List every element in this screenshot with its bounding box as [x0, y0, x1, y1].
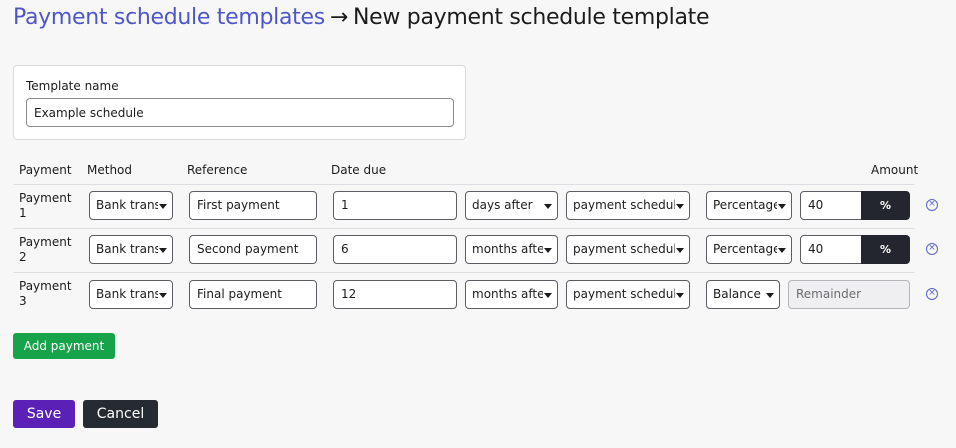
row-divider: [13, 228, 915, 229]
template-name-input[interactable]: [26, 98, 454, 127]
remainder-input: Remainder: [788, 280, 910, 309]
offset-input[interactable]: 1: [333, 191, 457, 220]
unit-select[interactable]: days after: [465, 191, 558, 220]
breadcrumb-separator: →: [329, 5, 349, 30]
reference-input[interactable]: Second payment: [189, 235, 317, 264]
amount-input[interactable]: 40: [800, 191, 862, 220]
amount-input[interactable]: 40: [800, 235, 862, 264]
amount-type-select[interactable]: Balance: [706, 280, 780, 309]
column-header-payment: Payment: [19, 163, 72, 177]
anchor-select[interactable]: payment schedule created: [566, 235, 690, 264]
save-button[interactable]: Save: [13, 400, 75, 428]
page-heading: Payment schedule templates → New payment s…: [13, 5, 709, 30]
column-header-amount: Amount: [871, 163, 919, 177]
amount-type-select[interactable]: Percentage: [706, 191, 792, 220]
circle-x-icon[interactable]: ×: [926, 288, 938, 300]
template-name-card: Template name: [13, 65, 466, 140]
circle-x-icon[interactable]: ×: [926, 199, 938, 211]
page-title: New payment schedule template: [353, 5, 710, 30]
method-select[interactable]: Bank transfer: [89, 191, 173, 220]
method-select[interactable]: Bank transfer: [89, 235, 173, 264]
unit-select[interactable]: months after: [465, 280, 558, 309]
unit-select[interactable]: months after: [465, 235, 558, 264]
reference-input[interactable]: Final payment: [189, 280, 317, 309]
row-divider: [13, 184, 915, 185]
payment-label: Payment 3: [19, 279, 72, 308]
payment-label: Payment 2: [19, 235, 72, 264]
circle-x-icon[interactable]: ×: [926, 243, 938, 255]
template-name-label: Template name: [26, 79, 119, 93]
payment-label: Payment 1: [19, 191, 72, 220]
cancel-button[interactable]: Cancel: [83, 400, 158, 428]
column-header-date-due: Date due: [331, 163, 387, 177]
breadcrumb-parent-link[interactable]: Payment schedule templates: [13, 5, 325, 30]
percent-toggle-button[interactable]: %: [861, 235, 910, 264]
reference-input[interactable]: First payment: [189, 191, 317, 220]
method-select[interactable]: Bank transfer: [89, 280, 173, 309]
amount-type-select[interactable]: Percentage: [706, 235, 792, 264]
add-payment-button[interactable]: Add payment: [13, 333, 115, 359]
anchor-select[interactable]: payment schedule created: [566, 191, 690, 220]
column-header-method: Method: [87, 163, 133, 177]
percent-toggle-button[interactable]: %: [861, 191, 910, 220]
offset-input[interactable]: 12: [333, 280, 457, 309]
anchor-select[interactable]: payment schedule created: [566, 280, 690, 309]
row-divider: [13, 272, 915, 273]
offset-input[interactable]: 6: [333, 235, 457, 264]
column-header-reference: Reference: [187, 163, 248, 177]
